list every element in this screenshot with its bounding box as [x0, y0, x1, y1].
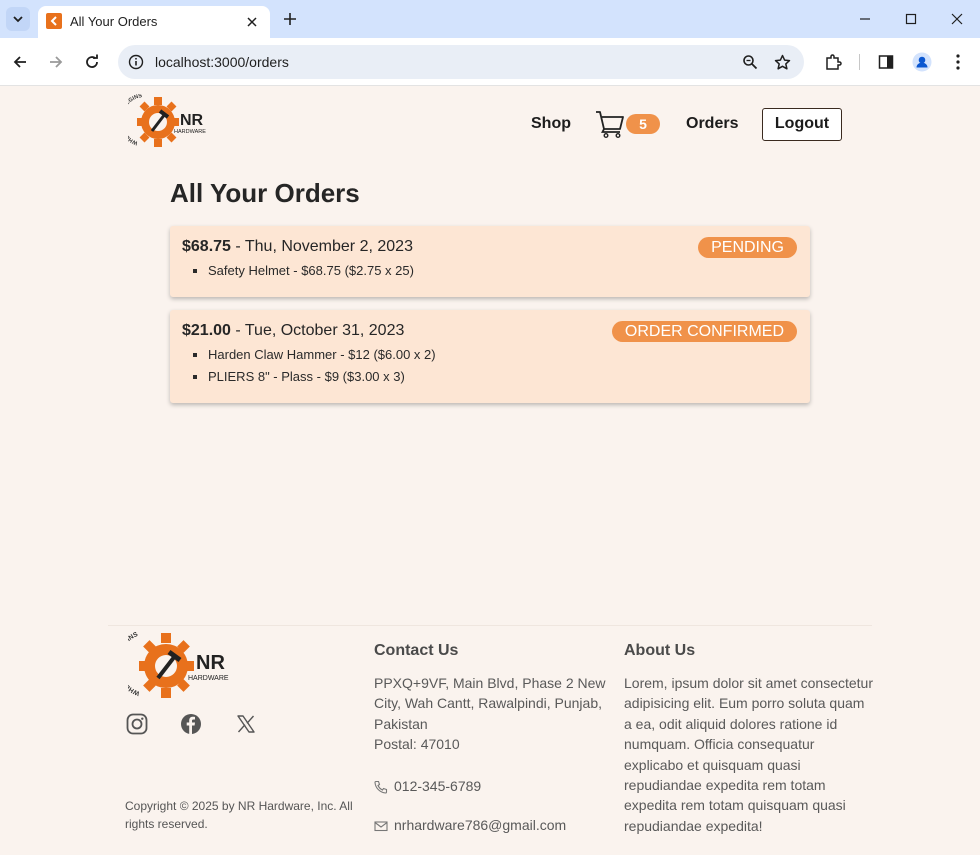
page-title: All Your Orders [170, 178, 360, 208]
facebook-icon[interactable] [179, 712, 203, 736]
maximize-icon[interactable] [888, 4, 934, 34]
order-date: - Thu, November 2, 2023 [230, 238, 413, 255]
logo-subtext: HARDWARE [174, 129, 206, 135]
minimize-icon[interactable] [842, 4, 888, 34]
cart-count-badge: 5 [626, 114, 660, 134]
order-items-list: Safety Helmet - $68.75 ($2.75 x 25) [208, 264, 414, 286]
order-header: $68.75 - Thu, November 2, 2023 [182, 238, 413, 256]
footer-logo-text: NR [196, 652, 225, 674]
more-menu-icon[interactable] [946, 50, 970, 74]
logo-text: NR [180, 112, 204, 129]
svg-text:WHERE WORK BEGINS: WHERE WORK BEGINS [128, 631, 141, 697]
chevron-down-icon [13, 16, 23, 23]
phone-icon [374, 780, 388, 794]
address-bar[interactable]: localhost:3000/orders [118, 45, 804, 79]
order-item: PLIERS 8" - Plass - $9 ($3.00 x 3) [208, 370, 436, 392]
browser-tab[interactable]: All Your Orders [38, 6, 270, 38]
order-items-list: Harden Claw Hammer - $12 ($6.00 x 2) PLI… [208, 348, 436, 392]
cart-icon[interactable] [595, 110, 625, 139]
new-tab-icon[interactable] [280, 9, 300, 29]
copyright-text: Copyright © 2025 by NR Hardware, Inc. Al… [125, 799, 353, 831]
footer-logo-ring-text: WHERE WORK BEGINS [114, 631, 141, 697]
order-card: $21.00 - Tue, October 31, 2023 ORDER CON… [170, 310, 810, 403]
tab-title: All Your Orders [70, 14, 158, 29]
x-twitter-icon[interactable] [234, 712, 258, 736]
footer-logo[interactable]: WHERE WORK BEGINS NR HARDWARE [114, 630, 240, 704]
order-date: - Tue, October 31, 2023 [230, 322, 405, 339]
browser-toolbar: localhost:3000/orders [0, 38, 980, 86]
nav-orders-link[interactable]: Orders [686, 115, 738, 133]
instagram-icon[interactable] [125, 712, 149, 736]
url-text: localhost:3000/orders [155, 54, 289, 70]
reload-icon[interactable] [80, 50, 104, 74]
order-card: $68.75 - Thu, November 2, 2023 PENDING S… [170, 226, 810, 297]
about-text: Lorem, ipsum dolor sit amet consectetur … [624, 675, 873, 834]
tab-search-button[interactable] [6, 7, 30, 31]
zoom-icon[interactable] [740, 52, 760, 72]
toolbar-divider [859, 54, 860, 70]
forward-arrow-icon[interactable] [44, 50, 68, 74]
order-item: Safety Helmet - $68.75 ($2.75 x 25) [208, 264, 414, 286]
footer-divider [108, 625, 872, 626]
browser-tab-bar: All Your Orders [0, 0, 980, 38]
profile-avatar-icon[interactable] [910, 50, 934, 74]
status-badge: PENDING [698, 237, 797, 258]
extensions-icon[interactable] [821, 50, 845, 74]
logout-button[interactable]: Logout [762, 108, 842, 141]
site-logo[interactable]: WHERE WORK BEGINS NR HARDWARE [118, 93, 214, 152]
footer-logo-subtext: HARDWARE [188, 675, 229, 682]
email-address[interactable]: nrhardware786@gmail.com [394, 817, 566, 833]
about-heading: About Us [624, 642, 696, 659]
order-total: $68.75 [182, 238, 231, 255]
mail-icon [374, 819, 388, 833]
phone-number[interactable]: 012-345-6789 [394, 778, 481, 794]
order-header: $21.00 - Tue, October 31, 2023 [182, 322, 404, 340]
site-info-icon[interactable] [126, 52, 146, 72]
order-item: Harden Claw Hammer - $12 ($6.00 x 2) [208, 348, 436, 370]
order-total: $21.00 [182, 322, 231, 339]
window-close-icon[interactable] [934, 4, 980, 34]
contact-address: PPXQ+9VF, Main Blvd, Phase 2 New City, W… [374, 675, 606, 753]
favicon-icon [46, 13, 62, 29]
side-panel-icon[interactable] [874, 50, 898, 74]
close-tab-icon[interactable] [242, 12, 262, 32]
bookmark-star-icon[interactable] [772, 52, 792, 72]
contact-heading: Contact Us [374, 642, 459, 659]
back-arrow-icon[interactable] [8, 50, 32, 74]
status-badge: ORDER CONFIRMED [611, 321, 797, 342]
nav-shop-link[interactable]: Shop [531, 115, 571, 133]
